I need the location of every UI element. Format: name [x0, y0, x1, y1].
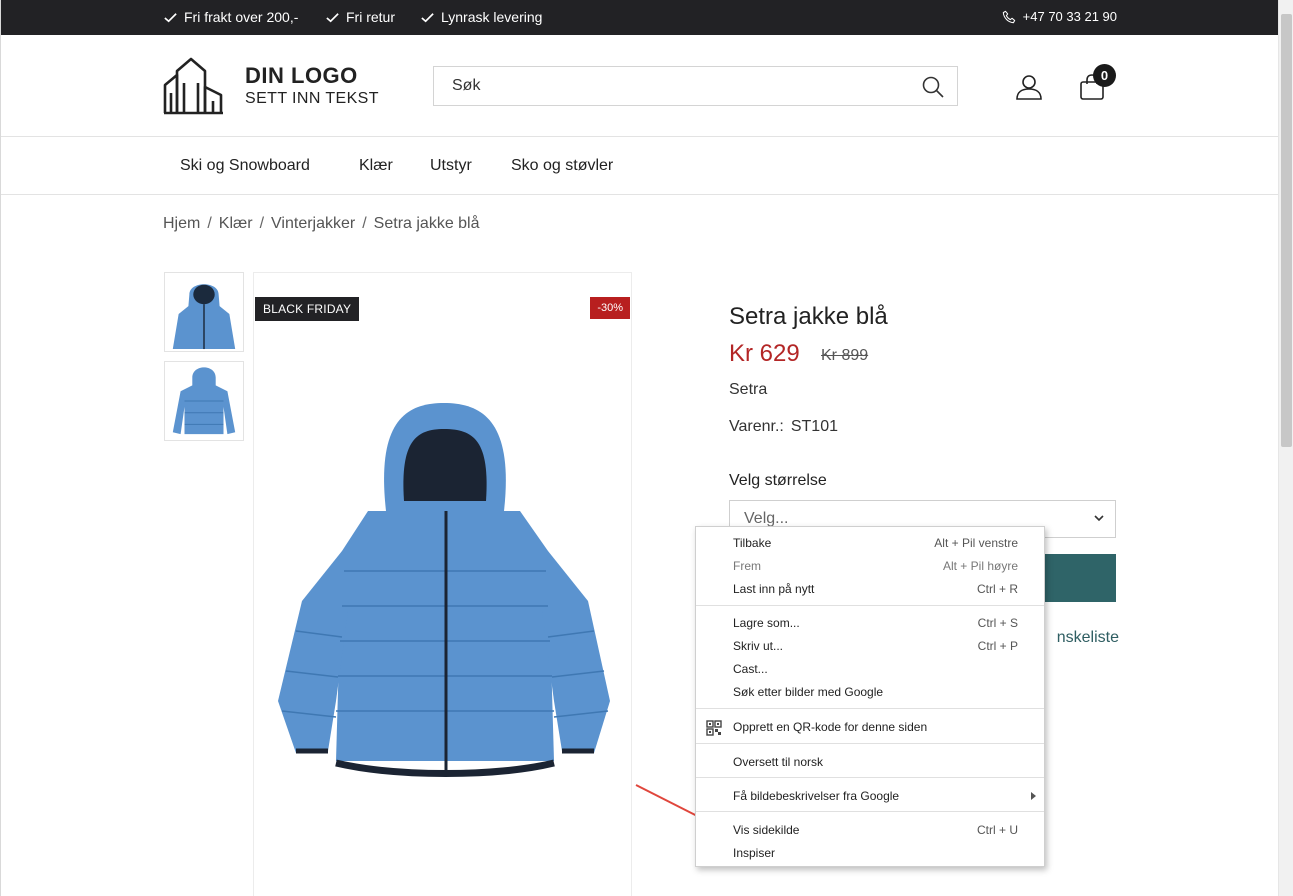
usp-label: Fri frakt over 200,-: [184, 9, 299, 25]
cart-count-badge: 0: [1093, 64, 1116, 87]
breadcrumb-separator: /: [362, 215, 367, 232]
logo-text: DIN LOGO SETT INN TEKST: [245, 63, 379, 109]
product-thumbnail-front[interactable]: [164, 272, 244, 352]
nav-item-ski-snowboard[interactable]: Ski og Snowboard: [180, 157, 310, 175]
browser-viewport: Fri frakt over 200,- Fri retur Lynrask l…: [0, 0, 1278, 896]
menu-item-shortcut: Ctrl + P: [977, 639, 1018, 653]
menu-item-label: Cast...: [733, 662, 768, 676]
context-menu: Tilbake Alt + Pil venstre Frem Alt + Pil…: [695, 526, 1045, 867]
submenu-arrow-icon: [1031, 792, 1036, 800]
search-input[interactable]: [434, 67, 904, 105]
breadcrumb: Hjem / Klær / Vinterjakker / Setra jakke…: [163, 215, 480, 233]
menu-item-translate[interactable]: Oversett til norsk: [696, 751, 1044, 774]
menu-item-shortcut: Alt + Pil høyre: [942, 559, 1018, 573]
menu-item-label: Søk etter bilder med Google: [733, 685, 884, 699]
menu-item-search-images-google[interactable]: Søk etter bilder med Google: [696, 681, 1044, 704]
check-icon: [421, 12, 434, 22]
scrollbar-thumb[interactable]: [1281, 14, 1292, 447]
menu-item-save-as[interactable]: Lagre som... Ctrl + S: [696, 612, 1044, 635]
menu-separator: [696, 708, 1044, 709]
usp-fast-delivery: Lynrask levering: [420, 9, 542, 25]
nav-item-sko-stovler[interactable]: Sko og støvler: [511, 157, 613, 175]
breadcrumb-link-vinterjakker[interactable]: Vinterjakker: [271, 215, 355, 233]
product-old-price: Kr 899: [821, 347, 869, 364]
top-bar: Fri frakt over 200,- Fri retur Lynrask l…: [1, 0, 1278, 35]
menu-item-forward: Frem Alt + Pil høyre: [696, 555, 1044, 578]
logo-subtitle: SETT INN TEKST: [245, 90, 379, 107]
jacket-thumbnail-image: [172, 284, 236, 350]
phone-number: +47 70 33 21 90: [1022, 9, 1117, 24]
menu-item-label: Frem: [733, 559, 761, 573]
menu-item-print[interactable]: Skriv ut... Ctrl + P: [696, 635, 1044, 658]
menu-item-image-descriptions[interactable]: Få bildebeskrivelser fra Google: [696, 785, 1044, 808]
account-icon[interactable]: [1015, 73, 1043, 101]
check-icon: [164, 12, 177, 22]
menu-item-cast[interactable]: Cast...: [696, 658, 1044, 681]
menu-item-inspect[interactable]: Inspiser: [696, 842, 1044, 865]
chevron-down-icon: [1094, 515, 1104, 522]
logo[interactable]: DIN LOGO SETT INN TEKST: [163, 57, 379, 115]
menu-item-shortcut: Ctrl + S: [977, 616, 1018, 630]
product-brand[interactable]: Setra: [729, 381, 767, 399]
menu-item-label: Inspiser: [733, 846, 776, 860]
phone-link[interactable]: +47 70 33 21 90: [1002, 9, 1117, 24]
menu-item-label: Vis sidekilde: [733, 823, 800, 837]
breadcrumb-link-klaer[interactable]: Klær: [219, 215, 253, 233]
menu-item-label: Oversett til norsk: [733, 755, 824, 769]
breadcrumb-separator: /: [259, 215, 265, 232]
product-sku: Varenr.: ST101: [729, 418, 838, 436]
menu-item-view-source[interactable]: Vis sidekilde Ctrl + U: [696, 819, 1044, 842]
product-title: Setra jakke blå: [729, 303, 888, 330]
search-box: [433, 66, 958, 106]
phone-icon: [1002, 10, 1015, 23]
search-icon[interactable]: [921, 75, 945, 99]
vertical-scrollbar[interactable]: [1278, 0, 1293, 896]
menu-item-label: Lagre som...: [733, 616, 800, 630]
logo-buildings-icon: [163, 57, 223, 115]
product-price: Kr 629: [729, 340, 800, 367]
jacket-image: [278, 403, 610, 777]
menu-item-label: Få bildebeskrivelser fra Google: [733, 789, 900, 803]
menu-separator: [696, 811, 1044, 812]
product-thumbnail-back[interactable]: [164, 361, 244, 441]
menu-item-create-qr-code[interactable]: Opprett en QR-kode for denne siden: [696, 716, 1044, 739]
black-friday-badge: BLACK FRIDAY: [255, 297, 360, 321]
menu-item-back[interactable]: Tilbake Alt + Pil venstre: [696, 532, 1044, 555]
nav-item-klaer[interactable]: Klær: [359, 157, 393, 175]
discount-badge: -30%: [590, 297, 630, 319]
usp-label: Fri retur: [346, 9, 395, 25]
size-label: Velg størrelse: [729, 472, 827, 489]
sku-value: ST101: [790, 418, 838, 435]
breadcrumb-separator: /: [207, 215, 212, 232]
usp-label: Lynrask levering: [441, 9, 543, 25]
jacket-thumbnail-image: [172, 367, 236, 435]
product-main-image[interactable]: BLACK FRIDAY -30%: [253, 272, 632, 896]
nav-item-utstyr[interactable]: Utstyr: [430, 157, 472, 175]
menu-item-shortcut: Ctrl + U: [976, 823, 1018, 837]
menu-separator: [696, 777, 1044, 778]
sku-label: Varenr.:: [729, 418, 784, 435]
main-navigation: Ski og Snowboard Klær Utstyr Sko og støv…: [1, 138, 1278, 195]
menu-item-shortcut: Alt + Pil venstre: [934, 536, 1018, 550]
menu-item-reload[interactable]: Last inn på nytt Ctrl + R: [696, 578, 1044, 601]
menu-item-label: Skriv ut...: [733, 639, 784, 653]
breadcrumb-current: Setra jakke blå: [373, 215, 480, 232]
menu-item-label: Tilbake: [733, 536, 772, 550]
logo-title: DIN LOGO: [245, 63, 358, 88]
menu-item-label: Opprett en QR-kode for denne siden: [733, 720, 928, 734]
check-icon: [326, 12, 339, 22]
usp-free-return: Fri retur: [325, 9, 395, 25]
site-header: DIN LOGO SETT INN TEKST 0: [1, 35, 1278, 137]
size-select-value: Velg...: [744, 510, 789, 527]
menu-separator: [696, 743, 1044, 744]
breadcrumb-link-home[interactable]: Hjem: [163, 215, 200, 233]
menu-item-label: Last inn på nytt: [733, 582, 815, 596]
menu-separator: [696, 605, 1044, 606]
qr-code-icon: [706, 720, 722, 736]
menu-item-shortcut: Ctrl + R: [976, 582, 1018, 596]
usp-free-shipping: Fri frakt over 200,-: [163, 9, 298, 25]
